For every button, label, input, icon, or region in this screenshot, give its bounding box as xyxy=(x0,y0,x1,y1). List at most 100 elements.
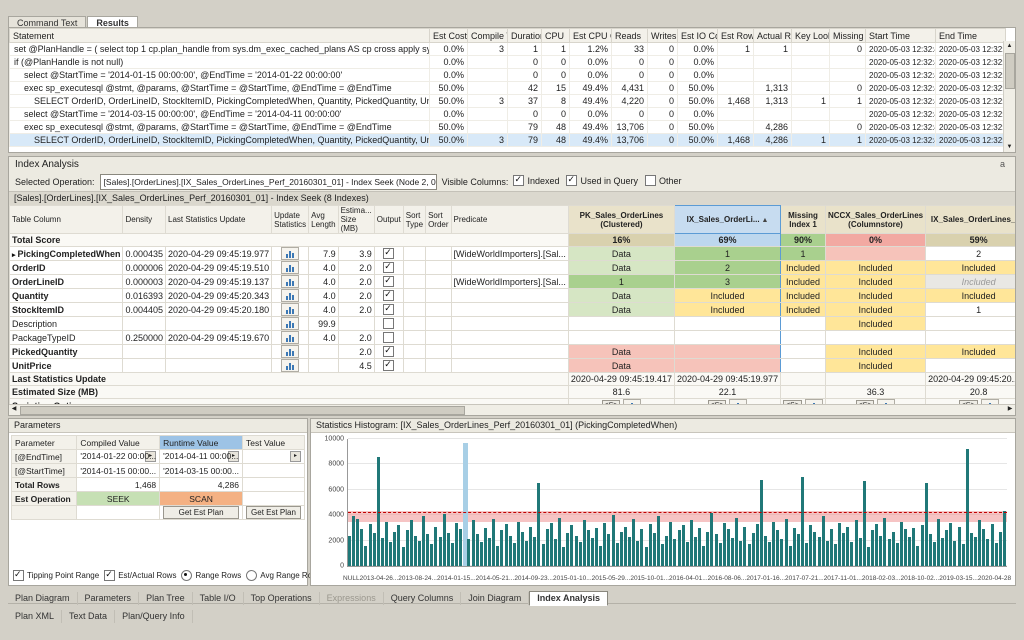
index-column-header-missing-index-1[interactable]: Missing Index 1 xyxy=(781,206,826,234)
scroll-up-icon[interactable]: ▲ xyxy=(1004,41,1015,51)
column-header-start-time[interactable]: Start Time xyxy=(866,29,936,43)
statement-row[interactable]: exec sp_executesql @stmt, @params, @Star… xyxy=(10,82,1006,95)
column-header-actual-rows[interactable]: Actual Rows xyxy=(754,29,792,43)
tab-parameters[interactable]: Parameters xyxy=(78,592,140,605)
index-analysis-row[interactable]: OrderLineID0.0000032020-04-29 09:45:19.1… xyxy=(10,275,1016,289)
column-header-compile-time[interactable]: Compile Time xyxy=(468,29,508,43)
tab-text-data[interactable]: Text Data xyxy=(62,610,115,623)
checkbox-icon[interactable] xyxy=(513,175,524,186)
column-header-est-cost[interactable]: Est Cost % xyxy=(430,29,468,43)
tab-index-analysis[interactable]: Index Analysis xyxy=(529,591,608,606)
visible-columns-option-other[interactable]: Other xyxy=(645,175,682,186)
selected-operation-dropdown[interactable]: [Sales].[OrderLines].[IX_Sales_OrderLine… xyxy=(100,174,437,190)
update-statistics-button[interactable] xyxy=(281,359,299,372)
index-analysis-row[interactable]: Quantity0.0163932020-04-29 09:45:20.3434… xyxy=(10,289,1016,303)
index-analysis-row[interactable]: PickedQuantity2.0DataIncludedIncludedInc… xyxy=(10,345,1016,359)
scrollbar-thumb[interactable] xyxy=(20,406,465,415)
output-checkbox[interactable] xyxy=(383,276,394,287)
column-header-missing-ind[interactable]: Missing Ind... xyxy=(830,29,866,43)
tab-plan-xml[interactable]: Plan XML xyxy=(8,610,62,623)
index-column-header-ix-sales-orderli[interactable]: IX_Sales_OrderLi... ▲ xyxy=(674,206,780,234)
statement-vertical-scrollbar[interactable]: ▲ ▼ xyxy=(1003,41,1015,152)
expand-value-icon[interactable]: ▸ xyxy=(228,451,239,462)
index-analysis-row[interactable]: OrderID0.0000062020-04-29 09:45:19.5104.… xyxy=(10,261,1016,275)
checkbox-icon[interactable] xyxy=(645,175,656,186)
column-header-sort-type[interactable]: Sort Type xyxy=(403,206,425,234)
scrollbar-thumb[interactable] xyxy=(1005,53,1015,89)
get-est-plan-button[interactable]: Get Est Plan xyxy=(163,506,239,519)
index-analysis-row[interactable]: UnitPrice4.5DataIncluded xyxy=(10,359,1016,373)
column-header-estima-size-mb[interactable]: Estima... Size (MB) xyxy=(338,206,374,234)
update-statistics-button[interactable] xyxy=(281,275,299,288)
visible-columns-option-used-in-query[interactable]: Used in Query xyxy=(566,175,638,186)
statement-row[interactable]: if (@PlanHandle is not null)0.0%000.0%00… xyxy=(10,56,1006,69)
statement-row[interactable]: select @StartTime = '2014-01-15 00:00:00… xyxy=(10,69,1006,82)
panel-options-icon[interactable]: a xyxy=(996,157,1009,172)
statement-row[interactable]: select @StartTime = '2014-03-15 00:00:00… xyxy=(10,108,1006,121)
column-header-table-column[interactable]: Table Column xyxy=(10,206,123,234)
output-checkbox[interactable] xyxy=(383,290,394,301)
statement-row[interactable]: SELECT OrderID, OrderLineID, StockItemID… xyxy=(10,95,1006,108)
column-header-end-time[interactable]: End Time xyxy=(936,29,1006,43)
index-column-header-nccx-sales-orderlines-columnstore[interactable]: NCCX_Sales_OrderLines (Columnstore) xyxy=(825,206,925,234)
statement-row[interactable]: set @PlanHandle = ( select top 1 cp.plan… xyxy=(10,43,1006,56)
column-header-runtime-value[interactable]: Runtime Value xyxy=(160,436,243,450)
checkbox-icon[interactable] xyxy=(566,175,577,186)
column-header-duration[interactable]: Duration xyxy=(508,29,542,43)
column-header-est-cpu-cost[interactable]: Est CPU Cost % xyxy=(570,29,612,43)
update-statistics-button[interactable] xyxy=(281,345,299,358)
column-header-est-rows[interactable]: Est Rows xyxy=(718,29,754,43)
checkbox-icon[interactable] xyxy=(13,570,24,581)
expand-value-icon[interactable]: ▸ xyxy=(145,451,156,462)
index-column-header-ix-sales-orderlines-p[interactable]: IX_Sales_OrderLines_P... xyxy=(926,206,1015,234)
tab-join-diagram[interactable]: Join Diagram xyxy=(461,592,529,605)
option-range-rows[interactable]: Range Rows xyxy=(181,570,241,581)
update-statistics-button[interactable] xyxy=(281,303,299,316)
tab-table-i-o[interactable]: Table I/O xyxy=(193,592,244,605)
parameter-row[interactable]: [@StartTime]'2014-01-15 00:00...'2014-03… xyxy=(12,464,305,478)
tab-plan-diagram[interactable]: Plan Diagram xyxy=(8,592,78,605)
get-est-plan-button[interactable]: Get Est Plan xyxy=(246,506,301,519)
column-header-test-value[interactable]: Test Value xyxy=(243,436,305,450)
index-analysis-row[interactable]: StockItemID0.0044052020-04-29 09:45:20.1… xyxy=(10,303,1016,317)
tab-plan-query-info[interactable]: Plan/Query Info xyxy=(115,610,193,623)
tab-query-columns[interactable]: Query Columns xyxy=(384,592,462,605)
output-checkbox[interactable] xyxy=(383,318,394,329)
scroll-left-icon[interactable]: ◀ xyxy=(9,405,19,414)
column-header-writes[interactable]: Writes xyxy=(648,29,678,43)
option-est-actual-rows[interactable]: Est/Actual Rows xyxy=(104,570,176,581)
column-header-parameter[interactable]: Parameter xyxy=(12,436,77,450)
update-statistics-button[interactable] xyxy=(281,331,299,344)
option-tipping-point-range[interactable]: Tipping Point Range xyxy=(13,570,99,581)
column-header-compiled-value[interactable]: Compiled Value xyxy=(77,436,160,450)
output-checkbox[interactable] xyxy=(383,262,394,273)
index-column-header-pk-sales-orderlines-clustered[interactable]: PK_Sales_OrderLines (Clustered) xyxy=(568,206,674,234)
test-value-field[interactable] xyxy=(243,464,305,478)
update-statistics-button[interactable] xyxy=(281,317,299,330)
scroll-right-icon[interactable]: ▶ xyxy=(1005,405,1015,414)
expand-value-icon[interactable]: ▸ xyxy=(290,451,301,462)
output-checkbox[interactable] xyxy=(383,248,394,259)
update-statistics-button[interactable] xyxy=(281,247,299,260)
column-header-statement[interactable]: Statement xyxy=(10,29,430,43)
column-header-key-lookups[interactable]: Key Lookups xyxy=(792,29,830,43)
parameter-row[interactable]: [@EndTime]▸'2014-01-22 00:00...▸'2014-04… xyxy=(12,450,305,464)
column-header-output[interactable]: Output xyxy=(374,206,403,234)
column-header-update-statistics[interactable]: Update Statistics xyxy=(272,206,309,234)
index-analysis-row[interactable]: PackageTypeID0.2500002020-04-29 09:45:19… xyxy=(10,331,1016,345)
output-checkbox[interactable] xyxy=(383,360,394,371)
update-statistics-button[interactable] xyxy=(281,289,299,302)
visible-columns-option-indexed[interactable]: Indexed xyxy=(513,175,559,186)
column-header-density[interactable]: Density xyxy=(123,206,166,234)
index-grid-horizontal-scrollbar[interactable]: ◀ ▶ xyxy=(9,404,1015,415)
column-header-reads[interactable]: Reads xyxy=(612,29,648,43)
column-header-sort-order[interactable]: Sort Order xyxy=(426,206,451,234)
column-header-last-statistics-update[interactable]: Last Statistics Update xyxy=(166,206,272,234)
update-statistics-button[interactable] xyxy=(281,261,299,274)
column-header-cpu[interactable]: CPU xyxy=(542,29,570,43)
histogram-plot[interactable]: 0200040006000800010000 xyxy=(347,439,1007,567)
checkbox-icon[interactable] xyxy=(104,570,115,581)
statement-row[interactable]: SELECT OrderID, OrderLineID, StockItemID… xyxy=(10,134,1006,147)
index-analysis-row[interactable]: ▸ PickingCompletedWhen0.0004352020-04-29… xyxy=(10,247,1016,261)
column-header-avg-length[interactable]: Avg Length xyxy=(309,206,338,234)
